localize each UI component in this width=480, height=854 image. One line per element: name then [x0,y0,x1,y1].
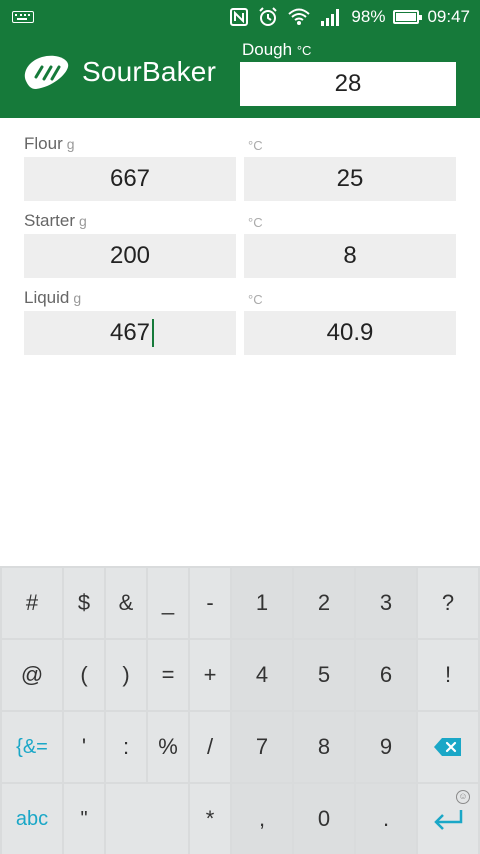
liquid-label: Liquid g [24,288,81,308]
key-7[interactable]: 7 [232,712,292,782]
key-3[interactable]: 3 [356,568,416,638]
key-double-quote[interactable]: " [64,784,104,854]
key-ampersand[interactable]: & [106,568,146,638]
backspace-icon [434,738,461,756]
liquid-temperature-input[interactable] [244,311,456,355]
emoji-icon[interactable]: ☺ [456,790,470,804]
key-percent[interactable]: % [148,712,188,782]
starter-temperature-input[interactable] [244,234,456,278]
starter-unit: g [79,213,87,229]
starter-label: Starter g [24,211,87,231]
space-key[interactable] [106,784,188,854]
key-4[interactable]: 4 [232,640,292,710]
key-plus[interactable]: + [190,640,230,710]
flour-label-text: Flour [24,134,63,153]
battery-percent: 98% [351,7,386,26]
key-8[interactable]: 8 [294,712,354,782]
battery-icon [393,10,423,24]
key-5[interactable]: 5 [294,640,354,710]
flour-unit: g [66,136,75,152]
alarm-icon [259,7,278,26]
dough-temperature-input[interactable] [240,62,456,106]
liquid-label-text: Liquid [24,288,70,307]
flour-temp-unit: °C [248,138,263,153]
key-equals[interactable]: = [148,640,188,710]
symbol-keyboard: # $ & _ - 1 2 3 ? @ ( ) = + 4 5 6 ! {&= … [0,566,480,854]
key-close-paren[interactable]: ) [106,640,146,710]
status-icons: 98% 09:47 [229,0,470,34]
liquid-temp-unit: °C [248,292,263,307]
starter-label-text: Starter [24,211,76,230]
signal-icon [321,9,340,26]
dough-label-text: Dough [242,40,293,59]
status-bar: 98% 09:47 [0,0,480,34]
key-abc[interactable]: abc [2,784,62,854]
key-asterisk[interactable]: * [190,784,230,854]
liquid-weight-input[interactable] [24,311,236,355]
flour-temperature-input[interactable] [244,157,456,201]
flour-label: Flour g [24,134,75,154]
flour-weight-input[interactable] [24,157,236,201]
dough-unit: °C [296,43,312,58]
key-6[interactable]: 6 [356,640,416,710]
starter-weight-input[interactable] [24,234,236,278]
key-9[interactable]: 9 [356,712,416,782]
key-open-paren[interactable]: ( [64,640,104,710]
key-minus[interactable]: - [190,568,230,638]
key-2[interactable]: 2 [294,568,354,638]
key-at[interactable]: @ [2,640,62,710]
keyboard-icon [12,11,34,23]
key-apostrophe[interactable]: ' [64,712,104,782]
bread-logo-icon [24,55,69,89]
key-comma[interactable]: , [232,784,292,854]
key-0[interactable]: 0 [294,784,354,854]
clock: 09:47 [427,7,470,26]
enter-icon [434,810,463,830]
nfc-icon [230,8,249,26]
app-title: SourBaker [82,56,217,87]
key-more-symbols[interactable]: {&= [2,712,62,782]
key-underscore[interactable]: _ [148,568,188,638]
backspace-key[interactable] [418,712,478,782]
starter-temp-unit: °C [248,215,263,230]
key-exclamation[interactable]: ! [418,640,478,710]
key-1[interactable]: 1 [232,568,292,638]
key-slash[interactable]: / [190,712,230,782]
dough-label: Dough °C [242,40,311,60]
key-period[interactable]: . [356,784,416,854]
key-colon[interactable]: : [106,712,146,782]
wifi-icon [288,8,311,25]
key-dollar[interactable]: $ [64,568,104,638]
app-header: SourBaker Dough °C [0,34,480,118]
liquid-unit: g [73,290,82,306]
key-hash[interactable]: # [2,568,62,638]
text-cursor [152,319,154,347]
key-question[interactable]: ? [418,568,478,638]
